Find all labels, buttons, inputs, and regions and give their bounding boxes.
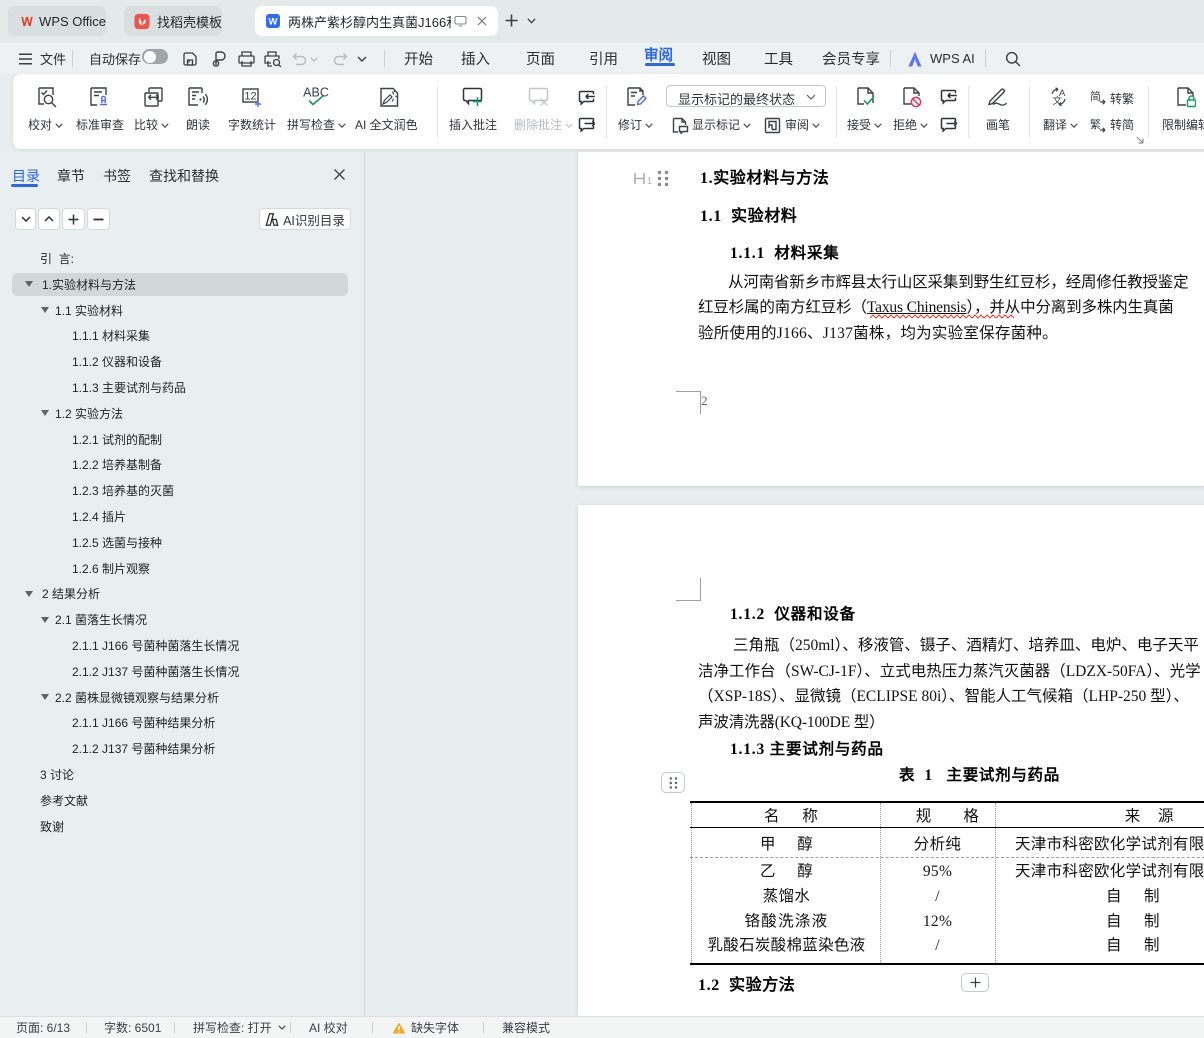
- svg-text:简: 简: [1090, 89, 1101, 103]
- svg-text:W: W: [269, 17, 278, 28]
- svg-text:12: 12: [244, 91, 256, 103]
- svg-text:ABC: ABC: [303, 87, 329, 100]
- svg-text:1: 1: [647, 176, 652, 185]
- svg-text:A: A: [1059, 88, 1066, 99]
- svg-text:繁: 繁: [1090, 117, 1101, 131]
